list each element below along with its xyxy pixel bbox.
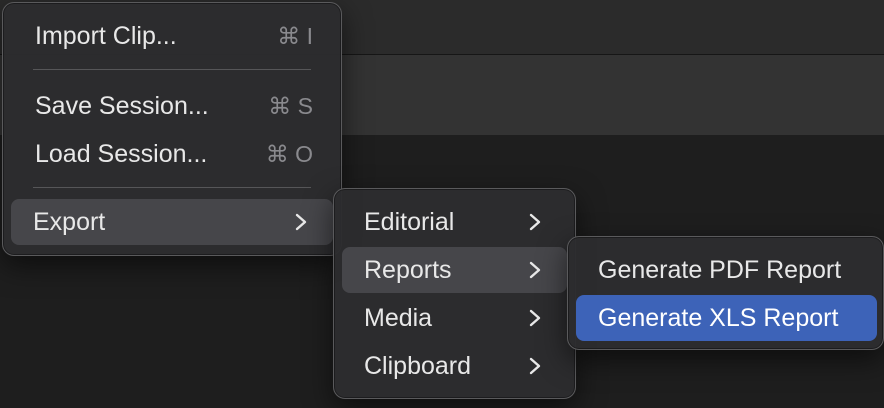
menu-item-save-session[interactable]: Save Session... ⌘ S [13, 83, 333, 129]
menu-item-import-clip[interactable]: Import Clip... ⌘ I [13, 13, 333, 59]
shortcut-label: ⌘ S [268, 93, 313, 119]
menu-separator [33, 187, 311, 188]
chevron-right-icon [529, 309, 541, 327]
menu-item-generate-pdf-report[interactable]: Generate PDF Report [576, 247, 877, 293]
menu-item-clipboard[interactable]: Clipboard [342, 343, 567, 389]
menu-item-export[interactable]: Export [11, 199, 333, 245]
menu-item-label: Save Session... [35, 92, 209, 120]
menu-item-editorial[interactable]: Editorial [342, 199, 567, 245]
chevron-right-icon [529, 357, 541, 375]
menu-item-load-session[interactable]: Load Session... ⌘ O [13, 131, 333, 177]
file-menu: Import Clip... ⌘ I Save Session... ⌘ S L… [2, 2, 342, 256]
menu-separator [33, 69, 311, 70]
menu-item-label: Load Session... [35, 140, 208, 168]
menu-item-label: Import Clip... [35, 22, 177, 50]
chevron-right-icon [529, 261, 541, 279]
menu-item-label: Editorial [364, 208, 455, 236]
menu-item-label: Reports [364, 256, 452, 284]
menu-item-label: Clipboard [364, 352, 472, 380]
menu-item-reports[interactable]: Reports [342, 247, 567, 293]
menu-item-label: Generate PDF Report [598, 256, 842, 284]
menu-item-media[interactable]: Media [342, 295, 567, 341]
export-submenu: Editorial Reports Media Clipboard [333, 188, 576, 399]
menu-item-label: Export [33, 208, 106, 236]
chevron-right-icon [295, 213, 307, 231]
shortcut-label: ⌘ I [277, 23, 313, 49]
menu-item-label: Generate XLS Report [598, 304, 839, 332]
shortcut-label: ⌘ O [265, 141, 313, 167]
menu-item-generate-xls-report[interactable]: Generate XLS Report [576, 295, 877, 341]
chevron-right-icon [529, 213, 541, 231]
menu-item-label: Media [364, 304, 433, 332]
reports-submenu: Generate PDF Report Generate XLS Report [567, 236, 884, 350]
